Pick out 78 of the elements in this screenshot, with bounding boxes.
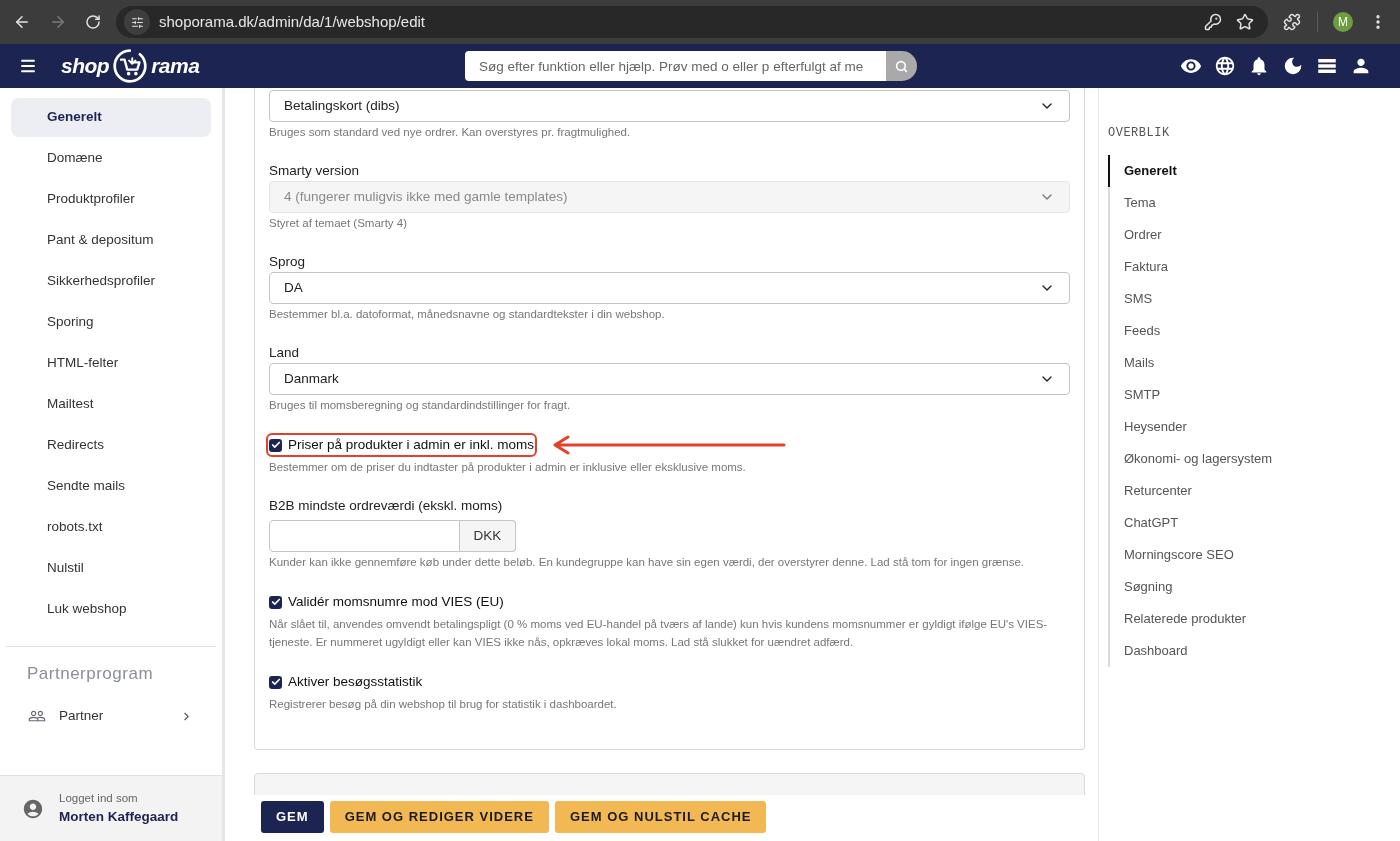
checkbox-label[interactable]: Validér momsnumre mod VIES (EU): [288, 592, 504, 612]
checkbox[interactable]: [269, 675, 282, 689]
help-text: Kunder kan ikke gennemføre køb under dette beløb. En kundegruppe kan have sin egen værdi, der overstyrer denne. Lad stå tom for ingen grænse.: [269, 555, 1025, 570]
logo-text: rama: [151, 53, 200, 79]
checkbox[interactable]: [269, 438, 282, 452]
menu-icon[interactable]: [19, 57, 37, 75]
key-icon[interactable]: [1204, 13, 1222, 31]
checkbox-label[interactable]: Aktiver besøgsstatistik: [288, 672, 423, 692]
overview-link[interactable]: Relaterede produkter: [1108, 603, 1348, 635]
sidebar-item[interactable]: Nulstil: [11, 549, 211, 588]
overview-link[interactable]: Mails: [1108, 347, 1348, 379]
help-text: Styret af temaet (Smarty 4): [269, 216, 409, 231]
select-field[interactable]: DA: [269, 272, 1070, 304]
overview-link[interactable]: Faktura: [1108, 251, 1348, 283]
currency-addon: DKK: [460, 520, 516, 552]
sidebar-item[interactable]: Partner: [11, 698, 211, 734]
select-field[interactable]: Betalingskort (dibs): [269, 90, 1070, 122]
star-icon[interactable]: [1236, 13, 1254, 31]
globe-icon[interactable]: [1214, 55, 1236, 77]
search-button[interactable]: [886, 51, 917, 81]
overview-link[interactable]: SMS: [1108, 283, 1348, 315]
help-text: Når slået til, anvendes omvendt betalingspligt (0 % moms ved EU-handel på tværs af lande) kun hvis kundens momsnummer er gyldigt ifølge EU's VIES-tjeneste. Er nummeret ugyldigt eller kan VIES ikke nås, opkræves lokal moms. Lad stå slukket for uændret adfærd.: [269, 617, 1049, 650]
field-label: Smarty version: [269, 162, 361, 180]
overview-link[interactable]: Returcenter: [1108, 475, 1348, 507]
cart-logo-icon: [112, 48, 149, 84]
sidebar-item[interactable]: Generelt: [11, 98, 211, 137]
overview-title: OVERBLIK: [1108, 125, 1170, 142]
sidebar-item[interactable]: Mailtest: [11, 385, 211, 424]
site-settings-icon[interactable]: [124, 9, 150, 35]
account-icon: [22, 797, 44, 820]
help-text: Bruges som standard ved nye ordrer. Kan overstyres pr. fragtmulighed.: [269, 125, 632, 140]
sidebar-item[interactable]: Redirects: [11, 426, 211, 465]
save-button[interactable]: GEM: [261, 801, 324, 833]
field-label: B2B mindste ordreværdi (ekskl. moms): [269, 497, 504, 515]
sidebar-item[interactable]: Pant & depositum: [11, 221, 211, 260]
stacked-bars-icon[interactable]: [1318, 59, 1336, 73]
checkbox[interactable]: [269, 595, 282, 609]
overview-link[interactable]: Søgning: [1108, 571, 1348, 603]
overview-link[interactable]: Generelt: [1108, 155, 1348, 187]
overview-link[interactable]: Tema: [1108, 187, 1348, 219]
puzzle-icon[interactable]: [1283, 13, 1301, 31]
sidebar-item[interactable]: robots.txt: [11, 508, 211, 547]
save-button[interactable]: GEM OG REDIGER VIDERE: [329, 801, 549, 833]
address-bar[interactable]: shoporama.dk/admin/da/1/webshop/edit: [116, 6, 1268, 38]
search-icon: [895, 59, 908, 73]
logo-text: shop: [61, 53, 110, 79]
sidebar-item[interactable]: Sikkerhedsprofiler: [11, 262, 211, 301]
save-button[interactable]: GEM OG NULSTIL CACHE: [554, 801, 767, 833]
sidebar-item[interactable]: Produktprofiler: [11, 180, 211, 219]
url-text: shoporama.dk/admin/da/1/webshop/edit: [159, 12, 425, 32]
help-text: Bestemmer bl.a. datoformat, månedsnavne og standardtekster i din webshop.: [269, 307, 666, 322]
sidebar-item[interactable]: Domæne: [11, 139, 211, 178]
sidebar-item[interactable]: Luk webshop: [11, 590, 211, 629]
section-title: Partnerprogram: [27, 663, 154, 685]
overview-link[interactable]: Dashboard: [1108, 635, 1348, 667]
moon-icon[interactable]: [1282, 55, 1304, 77]
help-text: Bruges til momsberegning og standardindstillinger for fragt.: [269, 398, 572, 413]
field-label: Land: [269, 344, 301, 362]
select-field[interactable]: Danmark: [269, 363, 1070, 395]
sidebar-item[interactable]: HTML-felter: [11, 344, 211, 383]
logged-in-caption: Logget ind som: [59, 791, 138, 806]
user-name: Morten Kaffegaard: [59, 808, 179, 826]
checkbox-label[interactable]: Priser på produkter i admin er inkl. moms: [288, 435, 535, 455]
sidebar-item[interactable]: Sporing: [11, 303, 211, 342]
search-field[interactable]: Søg efter funktion eller hjælp. Prøv med o eller p efterfulgt af me: [465, 51, 886, 81]
overview-link[interactable]: Feeds: [1108, 315, 1348, 347]
help-text: Registrerer besøg på din webshop til brug for statistik i dashboardet.: [269, 697, 618, 712]
overview-link[interactable]: SMTP: [1108, 379, 1348, 411]
overview-link[interactable]: ChatGPT: [1108, 507, 1348, 539]
overview-link[interactable]: Heysender: [1108, 411, 1348, 443]
reload-icon[interactable]: [85, 14, 101, 30]
amount-input[interactable]: [269, 520, 460, 552]
overview-link[interactable]: Økonomi- og lagersystem: [1108, 443, 1348, 475]
overview-link[interactable]: Ordrer: [1108, 219, 1348, 251]
sidebar-item[interactable]: Sendte mails: [11, 467, 211, 506]
field-label: Sprog: [269, 253, 307, 271]
help-text: Bestemmer om de priser du indtaster på produkter i admin er inklusive eller eksklusive moms.: [269, 460, 747, 475]
overview-link[interactable]: Morningscore SEO: [1108, 539, 1348, 571]
